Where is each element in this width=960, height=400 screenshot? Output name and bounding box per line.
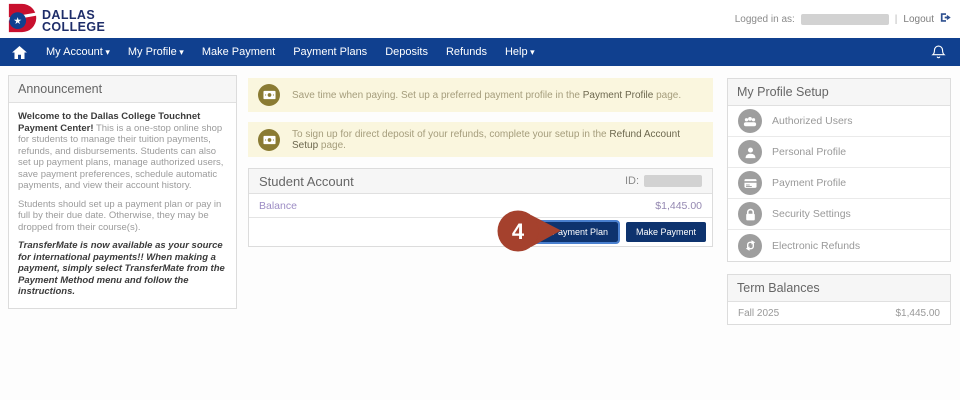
student-id: ID: <box>625 175 702 187</box>
lock-icon <box>738 202 762 226</box>
announcement-body: Welcome to the Dallas College Touchnet P… <box>9 103 236 308</box>
person-icon <box>738 140 762 164</box>
session-bar: Logged in as: | Logout <box>735 12 952 26</box>
balance-value: $1,445.00 <box>655 199 702 212</box>
logo-wordmark: DALLAS COLLEGE <box>42 8 106 34</box>
dallas-college-d-flag-icon: ★ <box>4 3 44 38</box>
security-settings-label: Security Settings <box>772 208 851 220</box>
nav-refunds[interactable]: Refunds <box>437 46 496 58</box>
main-column: Save time when paying. Set up a preferre… <box>248 78 713 247</box>
student-account-actions: Enroll in Payment Plan Make Payment <box>249 218 712 246</box>
security-settings-item[interactable]: Security Settings <box>728 199 950 230</box>
payment-profile-link[interactable]: Payment Profile <box>583 90 654 101</box>
electronic-refunds-item[interactable]: Electronic Refunds <box>728 230 950 261</box>
announcement-paragraph-welcome: Welcome to the Dallas College Touchnet P… <box>18 111 227 192</box>
refund-setup-notice: To sign up for direct deposit of your re… <box>248 122 713 157</box>
my-profile-setup-panel: My Profile Setup Authorized Users Person… <box>727 78 951 262</box>
notice-text-after: page. <box>653 89 682 101</box>
nav-deposits[interactable]: Deposits <box>376 46 437 58</box>
redacted-student-id <box>644 175 702 187</box>
announcement-title: Announcement <box>9 76 236 103</box>
make-payment-button[interactable]: Make Payment <box>625 222 706 242</box>
logout-link[interactable]: Logout <box>903 14 934 25</box>
authorized-users-label: Authorized Users <box>772 115 853 127</box>
term-balances-title: Term Balances <box>728 275 950 302</box>
student-account-title: Student Account <box>259 173 354 189</box>
logo-line2: COLLEGE <box>42 19 106 34</box>
step-number: 4 <box>512 219 525 244</box>
payment-profile-label: Payment Profile <box>772 177 847 189</box>
bell-icon[interactable] <box>931 44 946 65</box>
step-4-annotation-marker: 4 <box>497 209 563 253</box>
nav-make-payment[interactable]: Make Payment <box>193 46 284 58</box>
electronic-refunds-label: Electronic Refunds <box>772 239 861 252</box>
right-column: My Profile Setup Authorized Users Person… <box>727 78 951 325</box>
announcement-paragraph-transfermate: TransferMate is now available as your so… <box>18 240 225 297</box>
notice-text-before: Save time when paying. Set up a preferre… <box>292 89 583 101</box>
credit-card-icon <box>738 171 762 195</box>
term-amount: $1,445.00 <box>895 307 941 319</box>
notice-text-before: To sign up for direct deposit of your re… <box>292 128 610 140</box>
logged-in-as-label: Logged in as: <box>734 13 795 25</box>
dallas-college-logo[interactable]: ★ DALLAS COLLEGE <box>4 3 106 38</box>
balance-label: Balance <box>259 199 297 212</box>
payment-center-page: ★ DALLAS COLLEGE Logged in as: | Logout <box>0 0 960 400</box>
announcement-paragraph-payment-plan: Students should set up a payment plan or… <box>18 198 222 233</box>
banknote-icon <box>258 128 280 151</box>
term-balances-panel: Term Balances Fall 2025 $1,445.00 <box>727 274 951 325</box>
banknote-icon <box>258 84 280 106</box>
term-name: Fall 2025 <box>738 307 780 319</box>
users-icon <box>738 109 762 133</box>
top-header: ★ DALLAS COLLEGE Logged in as: | Logout <box>0 0 960 38</box>
nav-payment-plans[interactable]: Payment Plans <box>284 46 376 58</box>
refresh-arrows-icon <box>738 233 762 258</box>
logout-icon[interactable] <box>940 12 952 26</box>
payment-profile-item[interactable]: Payment Profile <box>728 168 950 199</box>
session-divider: | <box>894 13 898 25</box>
term-balance-row: Fall 2025 $1,445.00 <box>728 302 950 324</box>
personal-profile-label: Personal Profile <box>772 146 847 158</box>
authorized-users-item[interactable]: Authorized Users <box>728 106 950 137</box>
balance-row: Balance $1,445.00 <box>249 194 712 218</box>
my-profile-setup-title: My Profile Setup <box>728 79 950 106</box>
main-navbar: My Account My Profile Make Payment Payme… <box>0 38 960 66</box>
redacted-username <box>800 13 889 25</box>
announcement-panel: Announcement Welcome to the Dallas Colle… <box>8 75 237 309</box>
personal-profile-item[interactable]: Personal Profile <box>728 137 950 168</box>
notice-text: To sign up for direct deposit of your re… <box>292 129 703 151</box>
nav-my-account[interactable]: My Account <box>37 46 119 58</box>
home-icon[interactable] <box>12 45 27 59</box>
nav-my-profile[interactable]: My Profile <box>119 46 193 58</box>
nav-help[interactable]: Help <box>496 46 544 58</box>
payment-profile-notice: Save time when paying. Set up a preferre… <box>248 78 713 112</box>
svg-text:★: ★ <box>13 16 22 27</box>
notice-text-after: page. <box>318 139 346 151</box>
student-id-label: ID: <box>624 175 639 187</box>
notice-text: Save time when paying. Set up a preferre… <box>292 90 681 101</box>
student-account-header: Student Account ID: <box>249 169 712 194</box>
student-account-panel: Student Account ID: Balance $1,445.00 En… <box>248 168 713 247</box>
